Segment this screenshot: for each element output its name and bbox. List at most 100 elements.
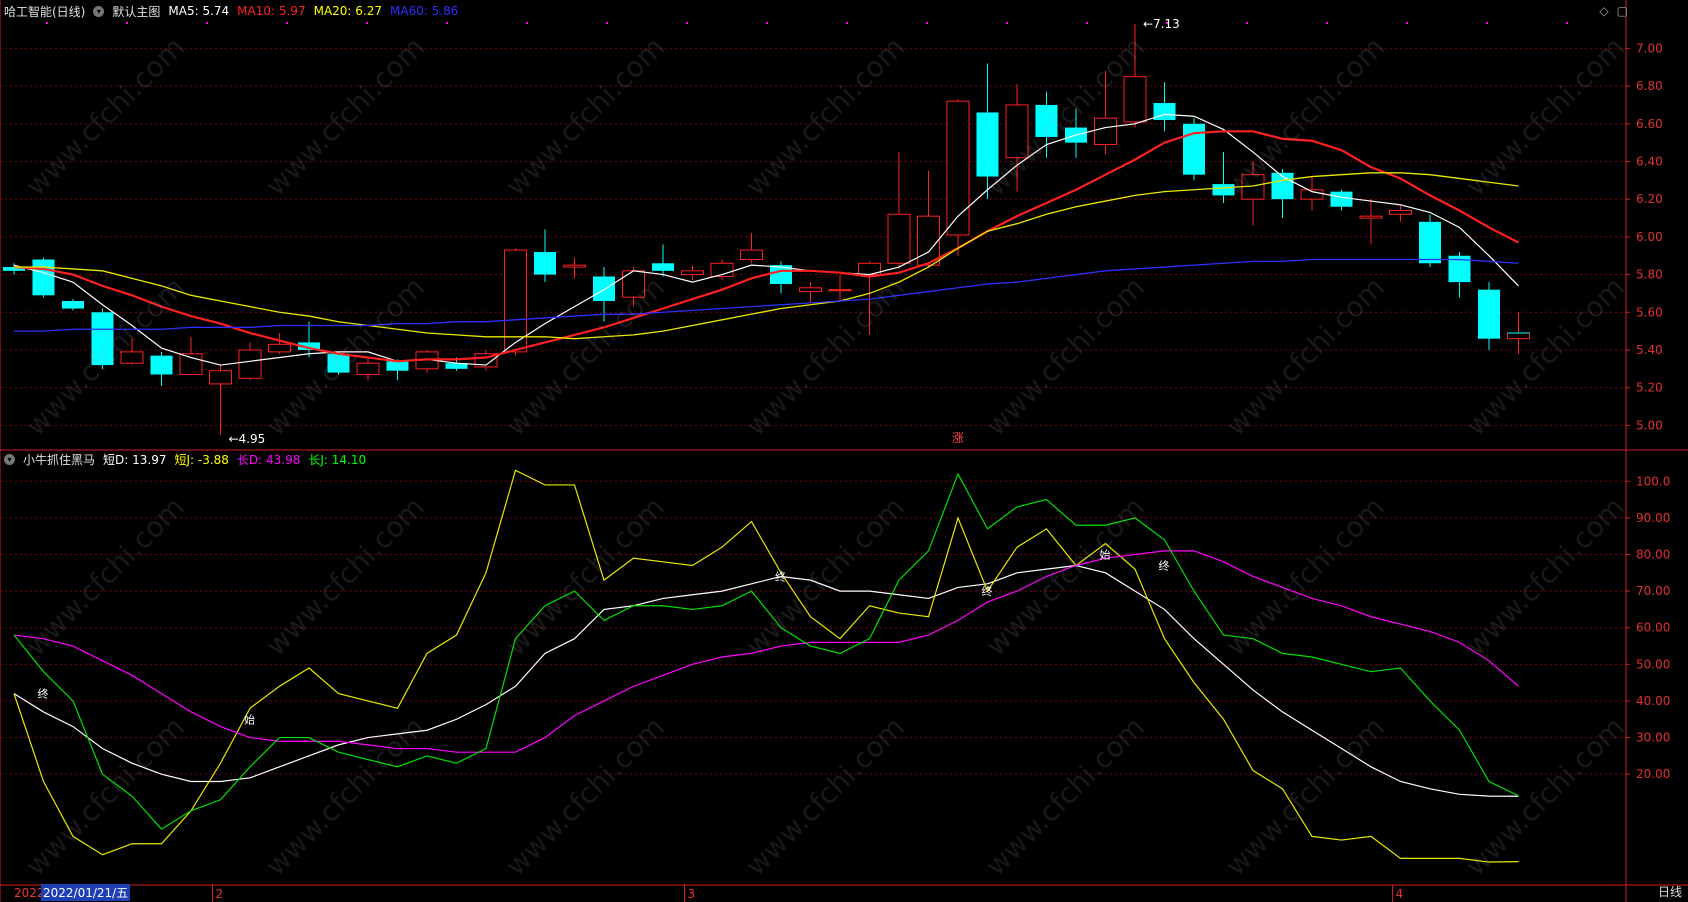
candle-body-up: [946, 100, 970, 236]
price-extreme-label: ←7.13: [1143, 17, 1180, 31]
candle-body-up: [1359, 215, 1383, 219]
price-extreme-label: ←4.95: [229, 432, 266, 446]
price-tick-label: 5.20: [1636, 381, 1663, 395]
price-tick-label: 5.80: [1636, 268, 1663, 282]
candle-body-up: [563, 264, 586, 268]
indicator-name[interactable]: 小牛抓住黑马: [23, 451, 95, 468]
candle-body-down: [32, 259, 55, 296]
signal-dot: [606, 22, 608, 24]
signal-dot: [846, 22, 848, 24]
period-label[interactable]: 日线: [1658, 883, 1682, 900]
ma-legend-item: MA5: 5.74: [168, 4, 230, 18]
candle-body-up: [828, 289, 852, 292]
candle-body-down: [327, 353, 350, 373]
month-label: 3: [688, 887, 696, 901]
candle-body-down: [1330, 191, 1353, 207]
indicator-legend-item: 短J: -3.88: [174, 452, 229, 467]
indicator-marker: 终: [775, 569, 786, 583]
candle-body-down: [1212, 184, 1235, 196]
short-j-line: [13, 469, 1519, 863]
candle-body-down: [1035, 104, 1058, 137]
cursor-date: 2022/01/21/五: [41, 884, 131, 901]
ma-legend-item: MA20: 6.27: [313, 4, 383, 18]
signal-dot: [686, 22, 688, 24]
ma-legend: MA5: 5.74 MA10: 5.97 MA20: 6.27 MA60: 5.86: [168, 4, 458, 18]
candle-body-down: [386, 361, 409, 371]
month-label: 4: [1396, 887, 1404, 901]
price-tick-label: 5.00: [1636, 418, 1663, 432]
maximize-icon[interactable]: ▢: [1617, 4, 1628, 18]
candle-body-up: [681, 270, 704, 276]
price-tick-label: 6.20: [1636, 192, 1663, 206]
signal-dot: [1086, 22, 1088, 24]
indicator-marker: 终: [982, 584, 993, 598]
long-d-line: [13, 550, 1519, 753]
candle-body-up: [1005, 104, 1029, 159]
signal-dot: [126, 22, 128, 24]
indicator-marker: 终: [1159, 558, 1170, 572]
indicator-legend: 短D: 13.97 短J: -3.88 长D: 43.98 长J: 14.10: [103, 451, 366, 468]
signal-dot: [46, 22, 48, 24]
signal-dot: [446, 22, 448, 24]
candle-body-up: [740, 249, 763, 261]
diamond-icon[interactable]: ◇: [1599, 4, 1608, 18]
pane-controls: ◇ ▢: [1599, 4, 1628, 18]
candle-body-up: [209, 370, 232, 385]
signal-dot: [926, 22, 928, 24]
signal-marker: 涨: [952, 430, 964, 445]
indicator-marker: 始: [244, 712, 255, 726]
indicator-tick-label: 90.00: [1636, 511, 1670, 525]
indicator-pane-header: ▾ 小牛抓住黑马 短D: 13.97 短J: -3.88 长D: 43.98 长J: …: [4, 449, 366, 469]
indicator-tick-label: 20.00: [1636, 767, 1670, 781]
signal-dot: [766, 22, 768, 24]
candle-body-up: [356, 362, 380, 375]
long-j-line: [13, 472, 1519, 830]
candle-body-down: [1153, 103, 1176, 121]
candle-body-down: [1478, 289, 1500, 339]
signal-dot: [366, 22, 368, 24]
month-label: 2: [216, 887, 224, 901]
candle-body-up: [799, 287, 822, 293]
candle-body-up: [917, 215, 940, 266]
signal-dot: [1486, 22, 1488, 24]
signal-dot: [206, 22, 208, 24]
price-tick-label: 6.40: [1636, 154, 1663, 168]
signal-dot: [1326, 22, 1328, 24]
indicator-tick-label: 100.0: [1636, 474, 1670, 488]
candle-body-down: [62, 300, 84, 309]
template-name[interactable]: 默认主图: [112, 3, 160, 20]
price-tick-label: 5.60: [1636, 305, 1663, 319]
candle-body-up: [1389, 209, 1412, 215]
ma-legend-item: MA60: 5.86: [390, 4, 459, 18]
candle-body-up: [1123, 76, 1147, 123]
candle-body-down: [1183, 123, 1205, 175]
signal-dot: [1006, 22, 1008, 24]
indicator-marker: 终: [38, 687, 49, 701]
indicator-dropdown-icon[interactable]: ▾: [4, 453, 15, 465]
candle-body-up: [887, 213, 911, 264]
price-tick-label: 6.60: [1636, 117, 1663, 131]
indicator-tick-label: 80.00: [1636, 548, 1670, 562]
price-pane-header: 哈工智能(日线) ▾ 默认主图 MA5: 5.74 MA10: 5.97 MA20:…: [4, 1, 458, 21]
candle-body-down: [652, 263, 674, 271]
signal-dot: [526, 22, 528, 24]
template-dropdown-icon[interactable]: ▾: [93, 5, 105, 17]
candle-body-up: [120, 351, 144, 364]
candle-body-down: [534, 251, 556, 275]
candle-body-up: [622, 270, 645, 298]
indicator-tick-label: 50.00: [1636, 657, 1670, 671]
candle-body-up: [179, 353, 203, 375]
price-tick-label: 5.40: [1636, 343, 1663, 357]
indicator-tick-label: 40.00: [1636, 694, 1670, 708]
candle-body-down: [1419, 221, 1441, 264]
signal-dot: [1406, 22, 1408, 24]
indicator-legend-item: 长J: 14.10: [308, 452, 367, 467]
ma-line-ma60: [14, 258, 1519, 332]
candle-body-down: [593, 276, 615, 301]
axis-year: 2022: [14, 886, 45, 900]
signal-dot: [286, 22, 288, 24]
stock-title[interactable]: 哈工智能(日线): [4, 3, 85, 20]
candle-body-up: [1094, 117, 1117, 146]
indicator-legend-item: 短D: 13.97: [103, 452, 167, 467]
candle-body-down: [976, 112, 999, 177]
